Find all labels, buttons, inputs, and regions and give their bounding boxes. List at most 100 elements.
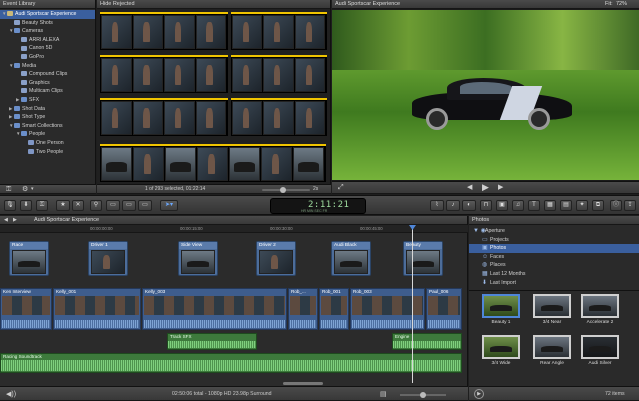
- photo-source-item[interactable]: ⬇ Last Import: [469, 279, 639, 288]
- timeline-zoom-slider[interactable]: [400, 392, 446, 398]
- library-item[interactable]: ▶ Shot Type: [0, 113, 95, 122]
- library-item[interactable]: Compound Clips: [0, 70, 95, 79]
- zoom-slider[interactable]: [262, 187, 310, 193]
- inspector-button[interactable]: ⓘ: [610, 200, 622, 211]
- skip-back-icon[interactable]: ◀: [467, 183, 472, 192]
- record-voiceover-button[interactable]: 🎙: [4, 200, 16, 211]
- photo-thumbnail[interactable]: 3/4 Near: [533, 294, 571, 325]
- timeline-ruler[interactable]: 00:00:00:00 00:00:15:00 00:00:30:00 00:0…: [0, 225, 468, 233]
- connected-clip[interactable]: Race: [9, 241, 49, 276]
- snapping-button[interactable]: ⊓: [480, 200, 492, 211]
- transitions-browser-button[interactable]: ⧉: [592, 200, 604, 211]
- primary-clip[interactable]: Kelly_003: [142, 288, 287, 330]
- select-tool-button[interactable]: ➤▾: [160, 200, 178, 211]
- reject-button[interactable]: ✕: [72, 200, 84, 211]
- theme-browser-button[interactable]: ▤: [560, 200, 572, 211]
- append-clip-button[interactable]: ▭: [138, 200, 152, 211]
- connected-clip[interactable]: Driver 2: [256, 241, 296, 276]
- favorite-button[interactable]: ★: [56, 200, 70, 211]
- library-item[interactable]: ▼ Media: [0, 62, 95, 71]
- gear-icon[interactable]: ⚙: [22, 185, 28, 194]
- photo-source-item[interactable]: ▦ Last 12 Months: [469, 270, 639, 279]
- photo-thumbnail[interactable]: Audi Silver: [581, 335, 619, 366]
- browser-clip[interactable]: [231, 98, 327, 136]
- photo-source-item[interactable]: ▣ Photos: [469, 244, 639, 253]
- search-button[interactable]: ⚲: [90, 200, 102, 211]
- library-item[interactable]: ▼ Audi Sportscar Experience: [0, 10, 95, 19]
- skimming-button[interactable]: ⌇: [430, 200, 444, 211]
- fullscreen-icon[interactable]: ⤢: [338, 183, 344, 192]
- generator-browser-button[interactable]: ▦: [544, 200, 556, 211]
- browser-clip[interactable]: [100, 55, 228, 93]
- library-item[interactable]: Graphics: [0, 79, 95, 88]
- library-item[interactable]: Canon 5D: [0, 44, 95, 53]
- keyword-button[interactable]: ⚿: [36, 200, 48, 211]
- fit-value[interactable]: 72%: [616, 1, 627, 7]
- skim-audio-icon[interactable]: ◀)): [6, 390, 16, 399]
- primary-clip[interactable]: Rob_...: [288, 288, 318, 330]
- library-item[interactable]: One Person: [0, 139, 95, 148]
- title-browser-button[interactable]: T: [528, 200, 540, 211]
- key-icon[interactable]: ⚿: [6, 185, 11, 194]
- library-item[interactable]: ▼ Cameras: [0, 27, 95, 36]
- primary-clip[interactable]: Paul_006: [426, 288, 462, 330]
- connect-clip-button[interactable]: ▭: [106, 200, 120, 211]
- photo-thumbnail[interactable]: 3/4 Wide: [482, 335, 520, 366]
- library-item[interactable]: ▼ Smart Collections: [0, 122, 95, 131]
- library-item[interactable]: Multicam Clips: [0, 87, 95, 96]
- skip-forward-icon[interactable]: ▶: [498, 183, 503, 192]
- timeline-forward-icon[interactable]: ▶: [13, 217, 17, 223]
- clip-thumbnail: [259, 250, 293, 274]
- audio-clip[interactable]: Racing Soundtrack: [0, 353, 462, 373]
- play-preview-button[interactable]: ▶: [474, 389, 484, 399]
- browser-clip[interactable]: [231, 12, 327, 50]
- solo-button[interactable]: ◐: [462, 200, 476, 211]
- library-item[interactable]: GoPro: [0, 53, 95, 62]
- photo-source-item[interactable]: ◍ Places: [469, 261, 639, 270]
- audio-skim-button[interactable]: ♪: [446, 200, 460, 211]
- music-browser-button[interactable]: ♫: [512, 200, 524, 211]
- browser-clip[interactable]: [100, 12, 228, 50]
- primary-clip[interactable]: Ken Interview: [0, 288, 52, 330]
- photo-source-item[interactable]: ▼ ◉Aperture: [469, 227, 639, 236]
- photo-source-item[interactable]: ▭ Projects: [469, 236, 639, 245]
- browser-filter[interactable]: Hide Rejected: [97, 0, 330, 9]
- insert-clip-button[interactable]: ▭: [122, 200, 136, 211]
- viewer-video-frame[interactable]: [332, 10, 639, 180]
- photo-thumbnail[interactable]: Accelerate 2: [581, 294, 619, 325]
- browser-clip[interactable]: [100, 144, 326, 182]
- audio-clip[interactable]: Engine: [392, 333, 462, 350]
- event-browser-panel: Hide Rejected: [97, 0, 331, 184]
- audio-clip[interactable]: Track SFX: [167, 333, 257, 350]
- photo-thumbnail[interactable]: Beauty 1: [482, 294, 520, 325]
- photo-thumbnail[interactable]: Rear Angle: [533, 335, 571, 366]
- primary-clip[interactable]: Rob_001: [319, 288, 349, 330]
- timeline-back-icon[interactable]: ◀: [4, 217, 8, 223]
- photo-browser-button[interactable]: ▣: [496, 200, 508, 211]
- chevron-down-icon[interactable]: ▾: [31, 185, 34, 194]
- library-item[interactable]: Two People: [0, 148, 95, 157]
- share-button[interactable]: ⇪: [624, 200, 636, 211]
- import-button[interactable]: ⬇: [20, 200, 32, 211]
- playhead[interactable]: [412, 225, 413, 383]
- library-item[interactable]: Beauty Shots: [0, 19, 95, 28]
- browser-clip[interactable]: [231, 55, 327, 93]
- library-item[interactable]: ▶ Shot Data: [0, 105, 95, 114]
- zoom-slider-knob[interactable]: [280, 187, 286, 193]
- browser-clip[interactable]: [100, 98, 228, 136]
- photo-source-item[interactable]: ☺ Faces: [469, 253, 639, 262]
- effects-browser-button[interactable]: ✦: [576, 200, 588, 211]
- clip-appearance-icon[interactable]: ▤: [380, 390, 387, 399]
- primary-clip[interactable]: Kelly_001: [53, 288, 141, 330]
- primary-clip[interactable]: Rob_003: [350, 288, 425, 330]
- connected-clip[interactable]: Audi Black: [331, 241, 371, 276]
- connected-clip[interactable]: Driver 1: [88, 241, 128, 276]
- connected-clip[interactable]: Side View: [178, 241, 218, 276]
- timeline-scrollbar[interactable]: [283, 382, 323, 385]
- library-item[interactable]: ARRI ALEXA: [0, 36, 95, 45]
- library-item[interactable]: ▶ SFX: [0, 96, 95, 105]
- play-icon[interactable]: ▶: [482, 183, 489, 192]
- timecode-display[interactable]: 2:11:21 HR MIN SEC FR: [270, 198, 366, 214]
- library-item[interactable]: ▼ People: [0, 130, 95, 139]
- connected-clip[interactable]: Beauty: [403, 241, 443, 276]
